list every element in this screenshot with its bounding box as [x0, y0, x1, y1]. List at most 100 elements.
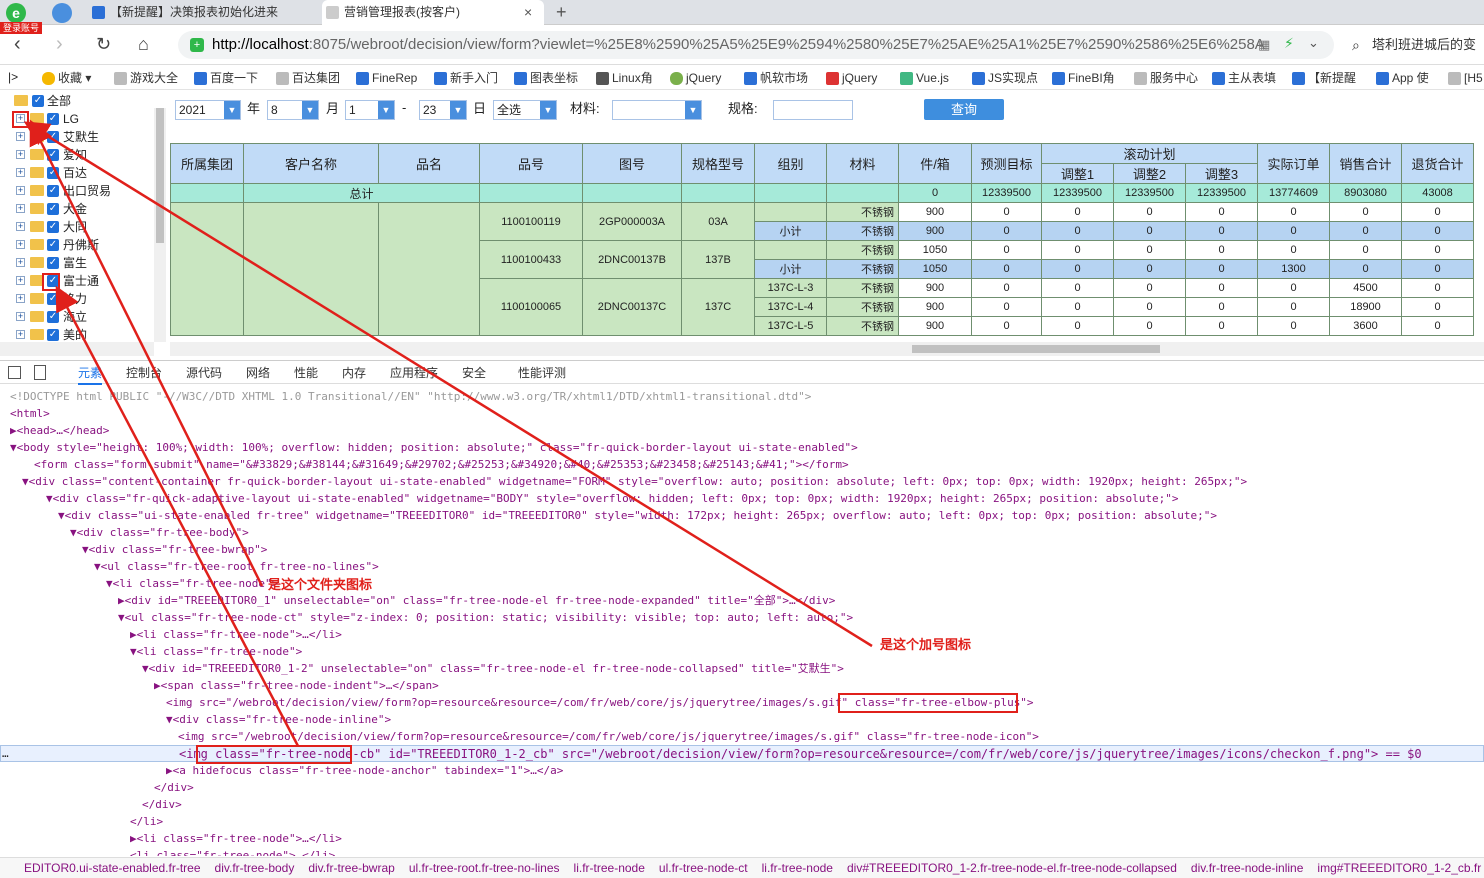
expand-plus-icon[interactable]: + — [16, 150, 25, 159]
breadcrumb-item[interactable]: li.fr-tree-node — [762, 861, 833, 875]
home-icon[interactable]: ⌂ — [138, 33, 149, 55]
expand-plus-icon[interactable]: + — [16, 240, 25, 249]
bookmark-item[interactable]: 图表坐标 — [514, 66, 578, 90]
bookmark-item[interactable]: 帆软市场 — [744, 66, 808, 90]
bookmark-item[interactable]: FineRep — [356, 66, 417, 90]
expand-plus-icon[interactable]: + — [16, 168, 25, 177]
dom-line[interactable]: <img src="/webroot/decision/view/form?op… — [178, 728, 1039, 745]
tree-node[interactable]: + ✓ 格力 — [0, 290, 154, 308]
day-to-select[interactable]: 23 ▼ — [419, 100, 467, 120]
expand-plus-icon[interactable]: + — [16, 204, 25, 213]
checkbox-checked-icon[interactable]: ✓ — [47, 311, 59, 323]
breadcrumb-item[interactable]: div.fr-tree-node-inline — [1191, 861, 1304, 875]
dom-line[interactable]: ▼<div class="content-container fr-quick-… — [22, 473, 1247, 490]
dom-line[interactable]: ▶<head>…</head> — [10, 422, 109, 439]
bookmark-item[interactable]: Vue.js — [900, 66, 949, 90]
devtools-tab[interactable]: 安全 — [462, 361, 486, 385]
select-all[interactable]: 全选 ▼ — [493, 100, 557, 120]
dom-line[interactable]: ▼<div id="TREEEDITOR0_1-2" unselectable=… — [142, 660, 844, 677]
checkbox-checked-icon[interactable]: ✓ — [47, 167, 59, 179]
spec-input[interactable] — [773, 100, 853, 120]
dom-line[interactable]: ▶<div id="TREEEDITOR0_1" unselectable="o… — [118, 592, 835, 609]
back-icon[interactable]: ‹ — [14, 33, 21, 55]
expand-plus-icon[interactable]: + — [16, 312, 25, 321]
report-horizontal-scrollbar[interactable] — [170, 342, 1484, 356]
dom-line[interactable]: ▼<div class="fr-tree-node-inline"> — [166, 711, 391, 728]
tree-node[interactable]: + ✓ 富生 — [0, 254, 154, 272]
year-select[interactable]: 2021 ▼ — [175, 100, 241, 120]
url-input[interactable]: http://localhost:8075/webroot/decision/v… — [178, 31, 1334, 59]
devtools-tab[interactable]: 性能 — [294, 361, 318, 385]
grid-icon[interactable]: ▦ — [1258, 37, 1270, 53]
bookmark-item[interactable]: jQuery — [826, 66, 877, 90]
dom-line[interactable]: <li class="fr-tree-node">…</li> — [130, 847, 335, 856]
inspect-icon[interactable] — [8, 366, 21, 379]
checkbox-checked-icon[interactable]: ✓ — [47, 203, 59, 215]
breadcrumb-item[interactable]: li.fr-tree-node — [574, 861, 645, 875]
tree-horizontal-scrollbar[interactable] — [0, 342, 154, 356]
breadcrumb-item[interactable]: div#TREEEDITOR0_1-2.fr-tree-node-el.fr-t… — [847, 861, 1177, 875]
dom-line[interactable]: </div> — [142, 796, 182, 813]
bookmark-item[interactable]: Linux角 — [596, 66, 653, 90]
bookmark-item[interactable]: 【新提醒 — [1292, 66, 1356, 90]
tree-node[interactable]: + ✓ 爱知 — [0, 146, 154, 164]
login-badge[interactable]: 登录账号 — [0, 22, 43, 34]
bookmark-item[interactable]: 主从表填 — [1212, 66, 1276, 90]
expand-plus-icon[interactable]: + — [16, 330, 25, 339]
tree-node[interactable]: + ✓ 富士通 — [0, 272, 154, 290]
bookmark-item[interactable]: 新手入门 — [434, 66, 498, 90]
breadcrumb-item[interactable]: ul.fr-tree-root.fr-tree-no-lines — [409, 861, 560, 875]
dom-line[interactable]: <html> — [10, 405, 50, 422]
dom-line[interactable]: </li> — [130, 813, 163, 830]
devtools-tab[interactable]: 性能评测 — [518, 361, 566, 385]
device-toggle-icon[interactable] — [34, 365, 46, 380]
bookmark-item[interactable]: JS实现点 — [972, 66, 1038, 90]
report-scrollbar-thumb[interactable] — [912, 345, 1160, 353]
tree-node[interactable]: + ✓ 美的 — [0, 326, 154, 342]
bookmark-item[interactable]: 游戏大全 — [114, 66, 178, 90]
month-select[interactable]: 8 ▼ — [267, 100, 319, 120]
bookmark-item[interactable]: [H5 — [1448, 66, 1483, 90]
dom-line[interactable]: ▶<li class="fr-tree-node">…</li> — [130, 830, 342, 847]
expand-plus-icon[interactable]: + — [16, 294, 25, 303]
tree-node[interactable]: + ✓ 丹佛斯 — [0, 236, 154, 254]
tree-scrollbar-thumb[interactable] — [156, 108, 164, 243]
dom-line[interactable]: <form class="form-submit" name="&#33829;… — [34, 456, 849, 473]
expand-plus-icon[interactable]: + — [16, 132, 25, 141]
dom-line[interactable]: ▼<ul class="fr-tree-root fr-tree-no-line… — [94, 558, 379, 575]
forward-icon[interactable]: › — [56, 33, 63, 55]
checkbox-checked-icon[interactable]: ✓ — [47, 293, 59, 305]
dom-line[interactable]: ▼<div class="fr-tree-bwrap"> — [82, 541, 267, 558]
breadcrumb-item[interactable]: div.fr-tree-bwrap — [308, 861, 394, 875]
dom-line[interactable]: <!DOCTYPE html PUBLIC "-//W3C//DTD XHTML… — [10, 388, 811, 405]
checkbox-checked-icon[interactable]: ✓ — [32, 95, 44, 107]
bookmark-favorites[interactable]: 收藏 ▾ — [42, 66, 91, 90]
breadcrumb-item[interactable]: img#TREEEDITOR0_1-2_cb.fr — [1317, 861, 1481, 875]
dom-line-menu-icon[interactable]: … — [2, 745, 9, 762]
devtools-tab[interactable]: 控制台 — [126, 361, 162, 385]
devtools-tab[interactable]: 应用程序 — [390, 361, 438, 385]
send-icon[interactable] — [52, 3, 72, 23]
breadcrumb-item[interactable]: ul.fr-tree-node-ct — [659, 861, 748, 875]
bookmark-item[interactable]: 服务中心 — [1134, 66, 1198, 90]
expand-plus-icon[interactable]: + — [16, 258, 25, 267]
tree-node-root[interactable]: ✓ 全部 — [0, 92, 154, 110]
dom-line[interactable]: ▼<div class="fr-tree-body"> — [70, 524, 249, 541]
checkbox-checked-icon[interactable]: ✓ — [47, 239, 59, 251]
tree-node[interactable]: + ✓ 大同 — [0, 218, 154, 236]
devtools-tab[interactable]: 元素 — [78, 361, 103, 385]
dom-line[interactable]: ▼<div class="fr-quick-adaptive-layout ui… — [46, 490, 1178, 507]
bookmark-item[interactable]: 百度一下 — [194, 66, 258, 90]
checkbox-checked-icon[interactable]: ✓ — [47, 221, 59, 233]
material-select[interactable]: ▼ — [612, 100, 702, 120]
dom-line[interactable]: ▶<li class="fr-tree-node">…</li> — [130, 626, 342, 643]
reload-icon[interactable]: ↻ — [96, 33, 111, 55]
expand-plus-icon[interactable]: + — [16, 276, 25, 285]
new-tab-button[interactable]: + — [556, 0, 567, 25]
bookmark-item[interactable]: 百达集团 — [276, 66, 340, 90]
dom-line[interactable]: ▼<body style="height: 100%; width: 100%;… — [10, 439, 858, 456]
bookmark-item[interactable]: FineBI角 — [1052, 66, 1115, 90]
expand-plus-icon[interactable]: + — [16, 222, 25, 231]
checkbox-checked-icon[interactable]: ✓ — [47, 185, 59, 197]
tree-node[interactable]: + ✓ 艾默生 — [0, 128, 154, 146]
